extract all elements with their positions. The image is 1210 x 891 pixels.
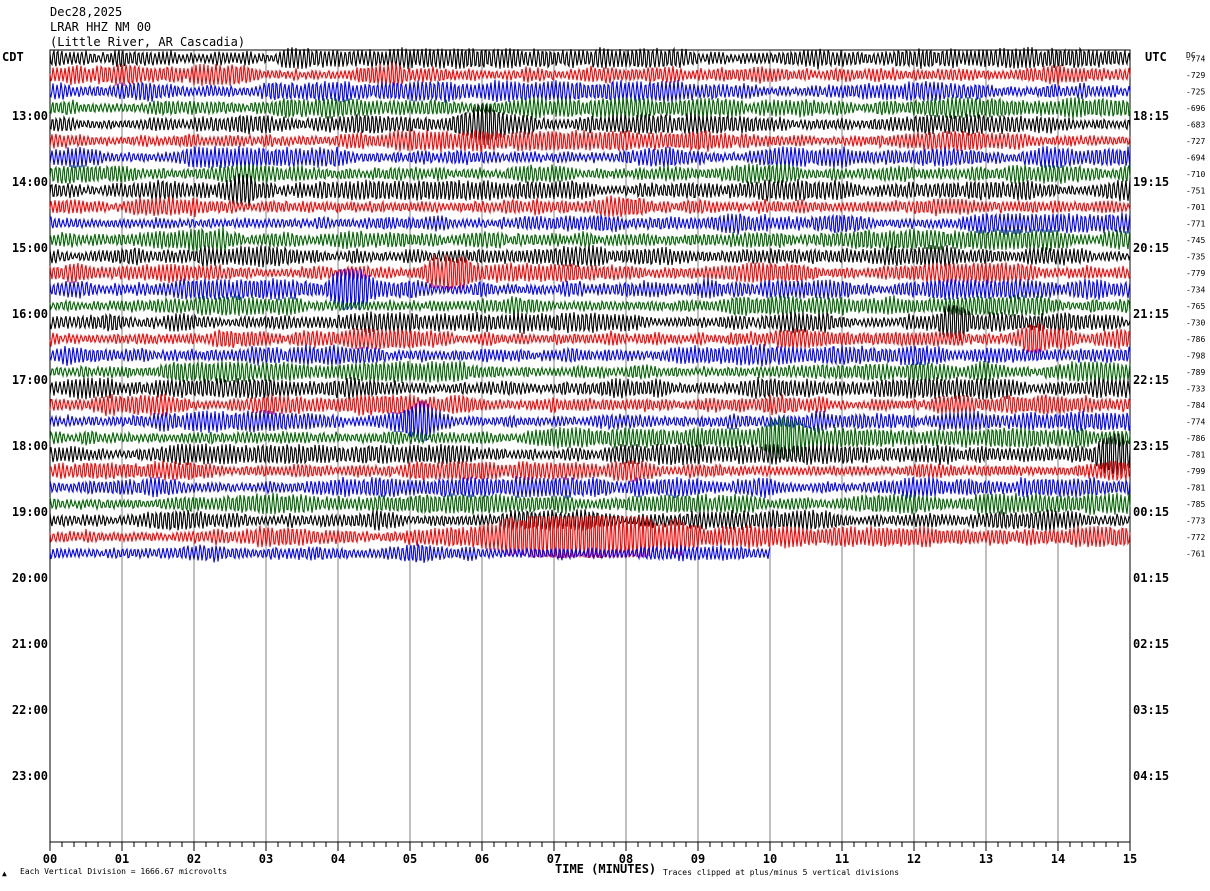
left-timezone-label: CDT [2, 50, 24, 64]
x-tick-label: 01 [115, 852, 129, 866]
seismogram-chart: Dec28,2025 LRAR HHZ NM 00 (Little River,… [2, 5, 1205, 878]
left-hour-label: 23:00 [12, 769, 48, 783]
dc-offset-value: -751 [1186, 186, 1205, 195]
dc-offset-value: -781 [1186, 450, 1205, 459]
right-hour-label: 20:15 [1133, 241, 1169, 255]
x-tick-label: 13 [979, 852, 993, 866]
dc-offset-value: -745 [1186, 236, 1205, 245]
dc-offset-column: -774 -729 -725 -696 -683 -727 -694 -710 -751 -701… [1186, 54, 1205, 558]
clip-note: Traces clipped at plus/minus 5 vertical … [663, 868, 899, 877]
dc-offset-value: -710 [1186, 170, 1205, 179]
x-tick-label: 10 [763, 852, 777, 866]
dc-offset-value: -798 [1186, 351, 1205, 360]
dc-offset-value: -785 [1186, 500, 1205, 509]
dc-offset-value: -701 [1186, 203, 1205, 212]
x-tick-label: 04 [331, 852, 345, 866]
scale-marker-icon: ▲ [2, 869, 7, 878]
dc-offset-value: -779 [1186, 269, 1205, 278]
x-tick-label: 11 [835, 852, 849, 866]
dc-offset-value: -784 [1186, 401, 1205, 410]
x-tick-label: 05 [403, 852, 417, 866]
dc-offset-value: -772 [1186, 533, 1205, 542]
seismic-trace-28 [49, 492, 1131, 516]
dc-offset-value: -771 [1186, 219, 1205, 228]
dc-offset-value: -781 [1186, 483, 1205, 492]
seismic-trace-27 [49, 476, 1131, 499]
left-hour-label: 19:00 [12, 505, 48, 519]
x-tick-label: 02 [187, 852, 201, 866]
left-hour-label: 16:00 [12, 307, 48, 321]
x-axis-label: TIME (MINUTES) [555, 862, 656, 876]
seismic-trace-20 [49, 360, 1131, 384]
right-hour-label: 21:15 [1133, 307, 1169, 321]
left-hour-label: 21:00 [12, 637, 48, 651]
right-hour-label: 19:15 [1133, 175, 1169, 189]
x-tick-label: 15 [1123, 852, 1137, 866]
header-location: (Little River, AR Cascadia) [50, 35, 245, 49]
dc-offset-value: -786 [1186, 335, 1205, 344]
left-hour-label: 13:00 [12, 109, 48, 123]
right-time-axis: 18:15 19:15 20:15 21:15 22:15 23:15 00:15 01:15… [1133, 109, 1169, 783]
seismic-trace-11 [49, 212, 1131, 235]
right-hour-label: 22:15 [1133, 373, 1169, 387]
dc-offset-value: -735 [1186, 252, 1205, 261]
seismic-trace-10 [49, 195, 1131, 218]
dc-offset-value: -765 [1186, 302, 1205, 311]
x-tick-label: 12 [907, 852, 921, 866]
header-station: LRAR HHZ NM 00 [50, 20, 151, 34]
x-tick-label: 09 [691, 852, 705, 866]
dc-offset-value: -733 [1186, 384, 1205, 393]
seismic-trace-2 [49, 62, 1131, 88]
dc-offset-value: -734 [1186, 285, 1205, 294]
dc-offset-value: -683 [1186, 120, 1205, 129]
left-time-axis: 13:00 14:00 15:00 16:00 17:00 18:00 19:00 20:00… [12, 109, 48, 783]
right-timezone-label: UTC [1145, 50, 1167, 64]
left-hour-label: 22:00 [12, 703, 48, 717]
seismic-trace-8 [49, 163, 1131, 185]
left-hour-label: 17:00 [12, 373, 48, 387]
seismic-traces [49, 46, 1131, 564]
dc-offset-value: -696 [1186, 104, 1205, 113]
dc-offset-value: -725 [1186, 87, 1205, 96]
dc-offset-value: -730 [1186, 318, 1205, 327]
right-hour-label: 18:15 [1133, 109, 1169, 123]
dc-offset-value: -774 [1186, 54, 1205, 63]
dc-offset-value: -789 [1186, 368, 1205, 377]
right-hour-label: 03:15 [1133, 703, 1169, 717]
seismic-trace-12 [49, 226, 1131, 255]
seismic-trace-22 [49, 393, 1131, 417]
left-hour-label: 18:00 [12, 439, 48, 453]
dc-offset-value: -774 [1186, 417, 1205, 426]
dc-offset-value: -773 [1186, 516, 1205, 525]
seismic-trace-19 [49, 343, 1131, 367]
right-hour-label: 04:15 [1133, 769, 1169, 783]
seismic-trace-4 [49, 96, 1131, 120]
dc-offset-value: -761 [1186, 549, 1205, 558]
seismic-trace-16 [49, 294, 1131, 317]
dc-offset-value: -729 [1186, 71, 1205, 80]
dc-offset-value: -694 [1186, 153, 1205, 162]
x-tick-label: 06 [475, 852, 489, 866]
seismic-trace-13 [49, 244, 1131, 268]
x-tick-label: 14 [1051, 852, 1065, 866]
x-tick-label: 00 [43, 852, 57, 866]
header-date: Dec28,2025 [50, 5, 122, 19]
right-hour-label: 02:15 [1133, 637, 1169, 651]
right-hour-label: 01:15 [1133, 571, 1169, 585]
dc-offset-value: -727 [1186, 137, 1205, 146]
left-hour-label: 14:00 [12, 175, 48, 189]
right-hour-label: 00:15 [1133, 505, 1169, 519]
dc-offset-value: -799 [1186, 467, 1205, 476]
x-tick-label: 03 [259, 852, 273, 866]
left-hour-label: 15:00 [12, 241, 48, 255]
scale-note: Each Vertical Division = 1666.67 microvo… [20, 867, 227, 876]
dc-offset-value: -786 [1186, 434, 1205, 443]
right-hour-label: 23:15 [1133, 439, 1169, 453]
left-hour-label: 20:00 [12, 571, 48, 585]
